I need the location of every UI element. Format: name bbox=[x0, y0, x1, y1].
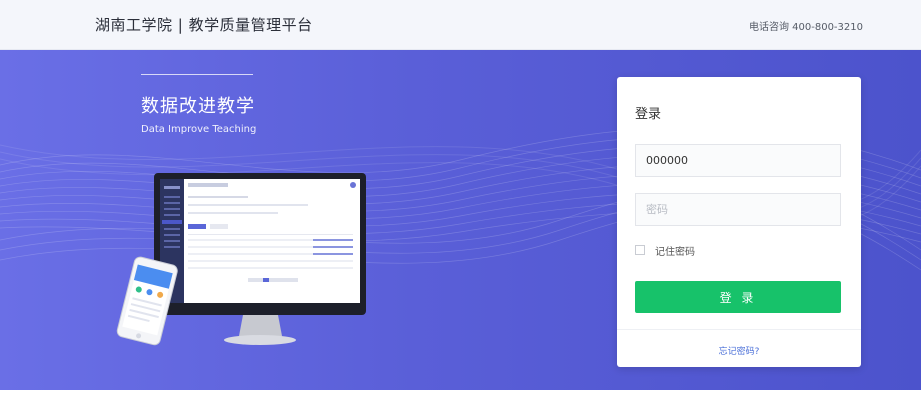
monitor-illustration bbox=[154, 173, 366, 345]
hero-banner: 数据改进教学 Data Improve Teaching 登录 000000 记… bbox=[0, 50, 921, 390]
card-divider bbox=[617, 329, 861, 330]
phone-illustration bbox=[116, 256, 178, 346]
username-input[interactable] bbox=[635, 144, 841, 177]
login-card: 登录 记住密码 登 录 忘记密码? bbox=[617, 77, 861, 367]
slogan-divider bbox=[141, 74, 253, 75]
slogan-english: Data Improve Teaching bbox=[141, 124, 257, 135]
phone-contact: 电话咨询 400-800-3210 bbox=[748, 22, 863, 33]
remember-password-checkbox[interactable] bbox=[635, 245, 645, 255]
top-bar: 湖南工学院 | 教学质量管理平台 电话咨询 400-800-3210 bbox=[0, 0, 921, 50]
password-input[interactable] bbox=[635, 193, 841, 226]
device-illustration bbox=[116, 173, 366, 346]
forgot-password-link[interactable]: 忘记密码? bbox=[617, 344, 861, 357]
login-title: 登录 bbox=[635, 107, 662, 122]
remember-password-label: 记住密码 bbox=[655, 246, 695, 258]
remember-password-row[interactable]: 记住密码 bbox=[635, 243, 695, 258]
login-button[interactable]: 登 录 bbox=[635, 281, 841, 313]
slogan-chinese: 数据改进教学 bbox=[141, 96, 255, 117]
login-page: 湖南工学院 | 教学质量管理平台 电话咨询 400-800-3210 数据改进教… bbox=[0, 0, 921, 408]
brand-title: 湖南工学院 | 教学质量管理平台 bbox=[95, 16, 313, 34]
